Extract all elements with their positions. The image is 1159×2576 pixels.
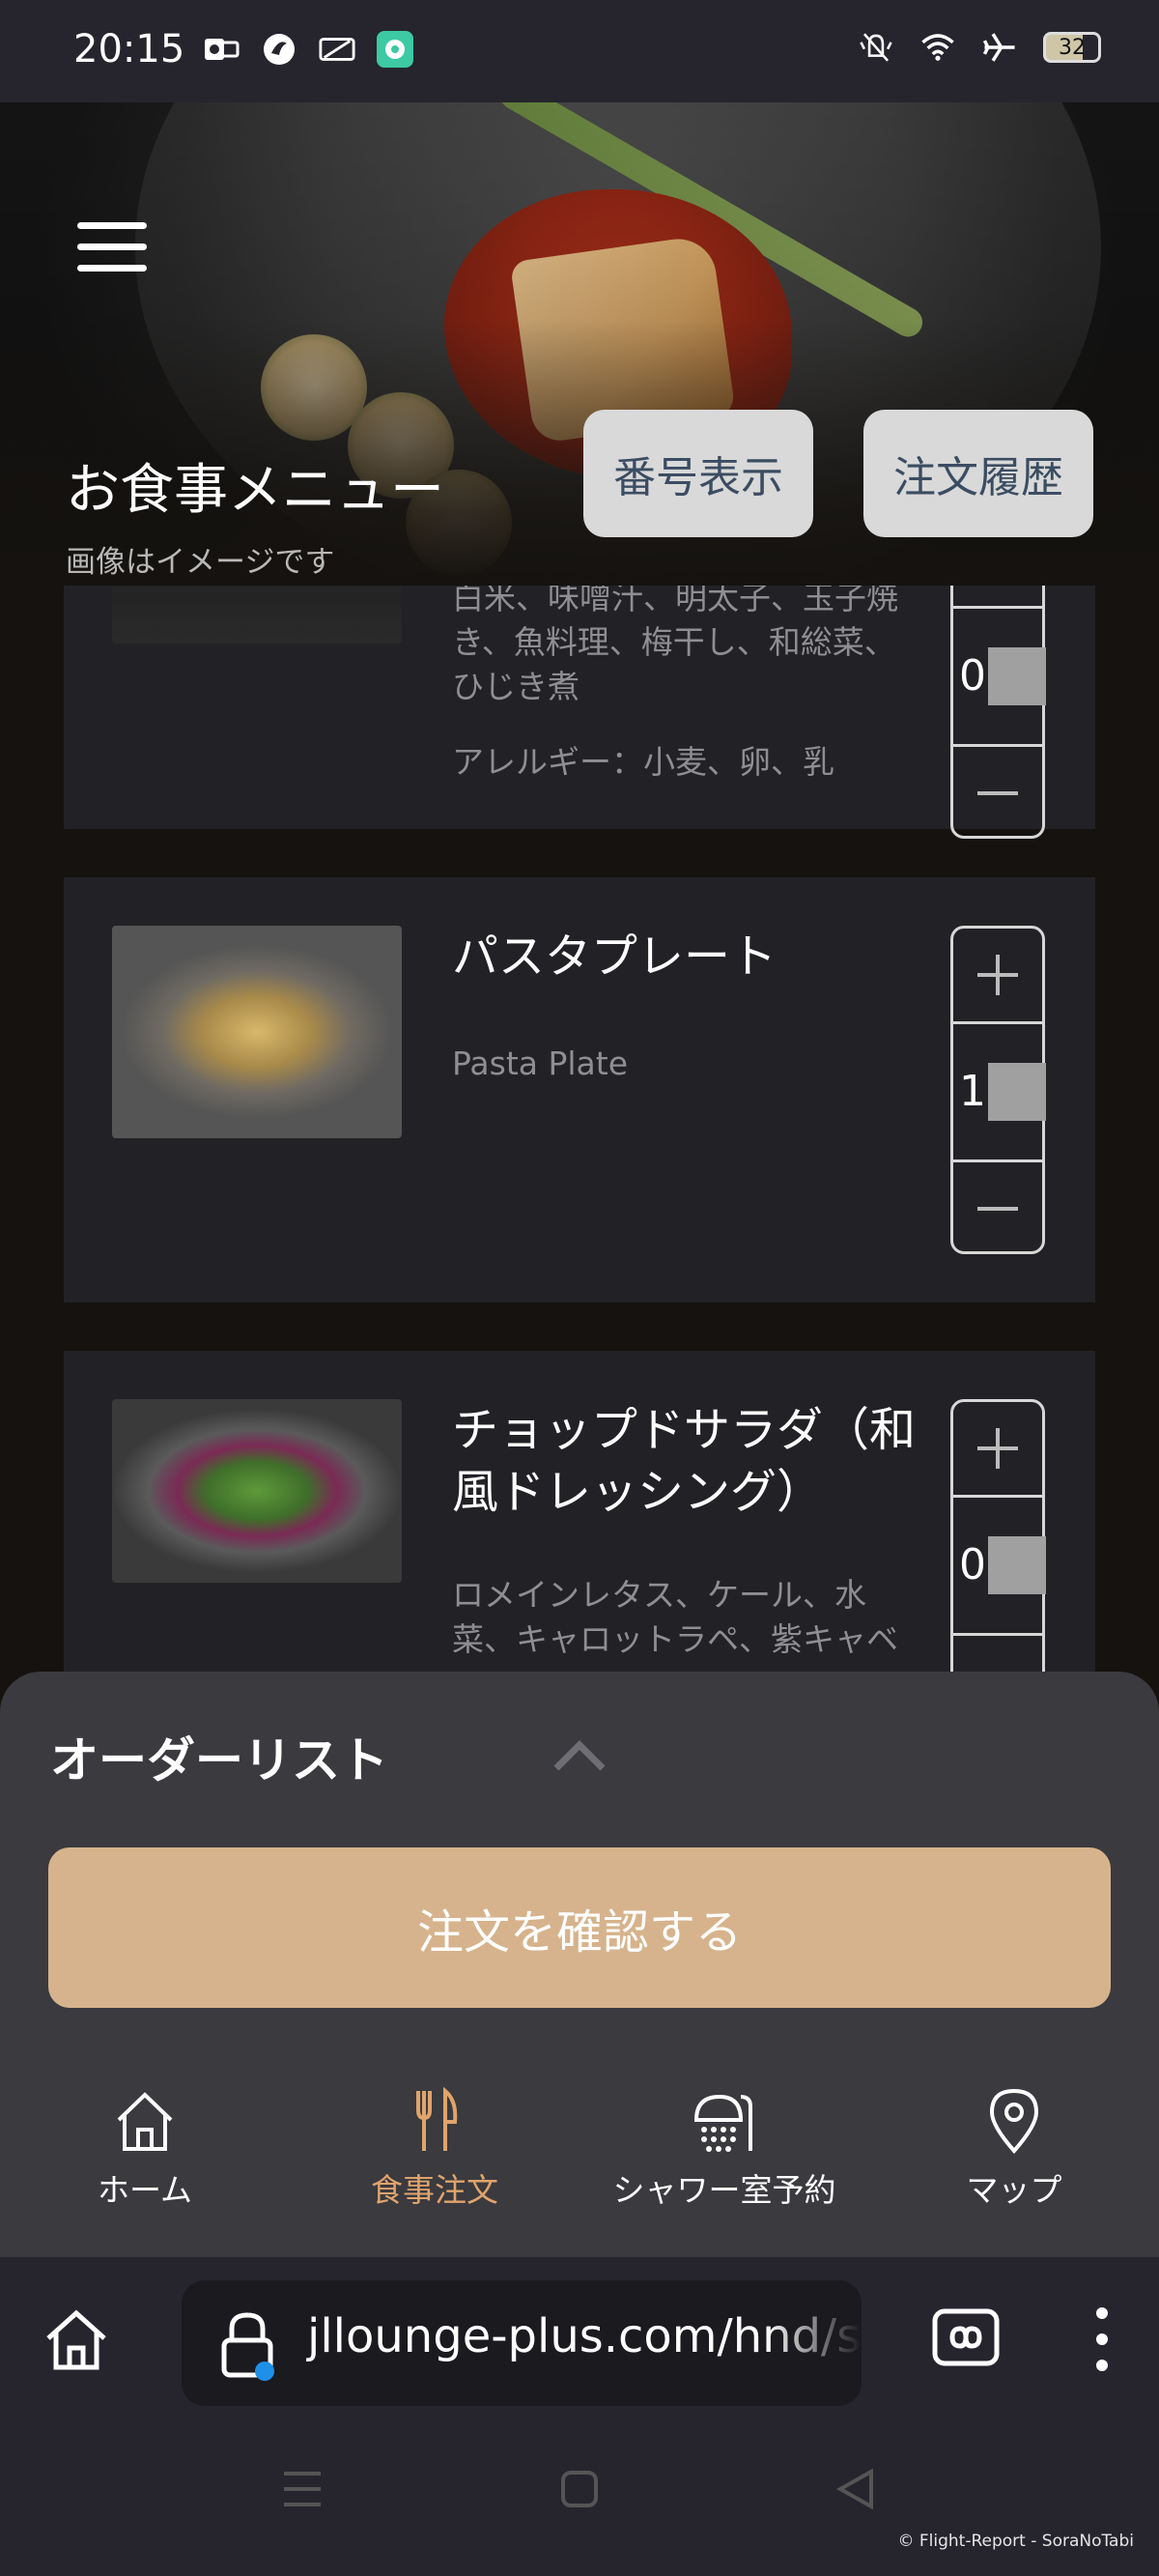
battery-icon: 32 — [1043, 32, 1101, 63]
menu-list[interactable]: 白米、味噌汁、明太子、玉子焼 き、魚料理、梅干し、和総菜、 ひじき煮 アレルギー… — [0, 586, 1159, 1672]
image-disclaimer: 画像はイメージです — [66, 545, 335, 580]
status-bar: 20:15 32 — [0, 0, 1159, 102]
bottom-tab-bar: ホーム 食事注文 シャワー室予約 マップ — [0, 2058, 1159, 2257]
menu-item-description: 白米、味噌汁、明太子、玉子焼 き、魚料理、梅干し、和総菜、 ひじき煮 — [452, 586, 916, 709]
wifi-icon — [919, 29, 956, 66]
jal-icon — [261, 31, 297, 68]
menu-item-allergy: アレルギー：小麦、卵、乳 — [452, 743, 834, 781]
minus-icon — [974, 1658, 1022, 1672]
description-line: 菜、キャロットラペ、紫キャベ — [452, 1620, 898, 1658]
quantity-field[interactable]: 0 — [953, 606, 1046, 747]
confirm-order-button[interactable]: 注文を確認する — [48, 1847, 1111, 2008]
shower-icon — [693, 2094, 752, 2152]
fork-knife-icon — [416, 2087, 458, 2151]
watermark-text: © Flight-Report - SoraNoTabi — [897, 2532, 1134, 2551]
minus-icon — [977, 791, 1018, 795]
lock-icon — [221, 2312, 274, 2381]
tab-home[interactable]: ホーム — [0, 2087, 290, 2211]
tab-label: 食事注文 — [371, 2171, 498, 2209]
order-list-sheet: オーダーリスト 注文を確認する — [0, 1672, 1159, 2058]
battery-level: 32 — [1059, 35, 1086, 60]
hamburger-menu-icon[interactable] — [77, 222, 147, 276]
menu-item-description: ロメインレタス、ケール、水 菜、キャロットラペ、紫キャベ — [452, 1573, 916, 1662]
menu-item-card: チョップドサラダ（和風ドレッシング） ロメインレタス、ケール、水 菜、キャロット… — [64, 1351, 1095, 1672]
decrement-button[interactable] — [953, 747, 1042, 840]
airplane-icon — [981, 29, 1018, 66]
increment-button[interactable] — [953, 1402, 1042, 1495]
description-line: ロメインレタス、ケール、水 — [452, 1576, 866, 1614]
chevron-up-icon[interactable] — [552, 1735, 607, 1774]
address-bar[interactable]: jllounge-plus.com/hnd/sa — [182, 2280, 862, 2406]
quantity-value: 0 — [959, 1540, 986, 1589]
menu-item-description: Pasta Plate — [452, 1045, 629, 1082]
tab-shower-reservation[interactable]: シャワー室予約 — [580, 2087, 869, 2211]
quantity-stepper[interactable]: 1 — [950, 926, 1046, 1255]
tab-meal-order[interactable]: 食事注文 — [290, 2087, 580, 2211]
system-nav-bar — [0, 2421, 1159, 2576]
back-icon[interactable] — [836, 2468, 875, 2510]
home-icon — [117, 2092, 173, 2151]
browser-toolbar: jllounge-plus.com/hnd/sa — [0, 2257, 1159, 2421]
description-line: ひじき煮 — [452, 668, 580, 705]
page-title: お食事メニュー — [66, 459, 444, 522]
status-time: 20:15 — [73, 27, 185, 72]
menu-item-name: チョップドサラダ（和風ドレッシング） — [452, 1403, 917, 1519]
number-display-button[interactable]: 番号表示 — [583, 410, 813, 537]
order-list-title: オーダーリスト — [50, 1732, 388, 1789]
description-line: き、魚料理、梅干し、和総菜、 — [452, 623, 896, 661]
chat-app-icon — [377, 31, 413, 68]
quantity-stepper[interactable]: 0 — [950, 586, 1046, 840]
increment-button[interactable] — [953, 929, 1042, 1021]
tab-label: ホーム — [97, 2171, 192, 2209]
quantity-field[interactable]: 1 — [953, 1021, 1046, 1162]
description-line: 白米、味噌汁、明太子、玉子焼 — [452, 586, 898, 616]
menu-item-image — [112, 1399, 402, 1583]
decrement-button[interactable] — [953, 1636, 1042, 1672]
tab-map[interactable]: マップ — [869, 2087, 1159, 2211]
menu-item-name: パスタプレート — [452, 930, 777, 984]
plus-icon — [977, 955, 1018, 995]
decrement-button[interactable] — [953, 1162, 1042, 1255]
tab-label: シャワー室予約 — [612, 2171, 836, 2209]
quantity-field[interactable]: 0 — [953, 1495, 1046, 1636]
minus-icon — [977, 1207, 1018, 1211]
outlook-icon — [203, 31, 240, 68]
map-pin-icon — [989, 2088, 1039, 2155]
recents-icon[interactable] — [282, 2470, 323, 2508]
card-icon — [319, 31, 355, 68]
menu-item-image — [112, 586, 402, 644]
quantity-stepper[interactable]: 0 — [950, 1399, 1046, 1672]
quantity-value: 1 — [959, 1067, 986, 1116]
menu-item-image — [112, 926, 402, 1138]
plus-icon — [977, 1428, 1018, 1469]
mute-icon — [858, 29, 894, 66]
order-history-button[interactable]: 注文履歴 — [863, 410, 1093, 537]
browser-home-icon[interactable] — [42, 2305, 110, 2373]
menu-item-card: 白米、味噌汁、明太子、玉子焼 き、魚料理、梅干し、和総菜、 ひじき煮 アレルギー… — [64, 586, 1095, 839]
quantity-value: 0 — [959, 651, 986, 701]
menu-item-card: パスタプレート Pasta Plate 1 — [64, 877, 1095, 1302]
home-nav-icon[interactable] — [560, 2470, 599, 2508]
more-options-icon[interactable] — [1089, 2305, 1115, 2373]
increment-button[interactable] — [953, 586, 1042, 606]
tab-label: マップ — [966, 2171, 1062, 2209]
tab-switcher-icon[interactable] — [931, 2307, 1001, 2367]
